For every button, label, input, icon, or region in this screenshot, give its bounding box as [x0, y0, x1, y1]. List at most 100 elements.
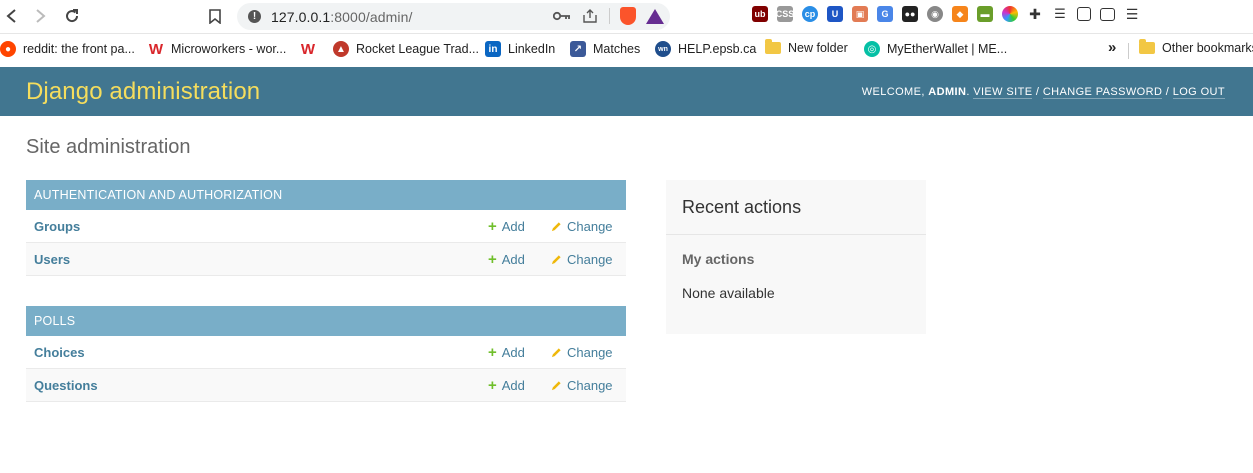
model-row-users: Users + Add Change [26, 243, 626, 276]
bookmark-item[interactable]: ▲ Rocket League Trad... [333, 41, 479, 57]
screenshot-extension-icon[interactable]: ▣ [852, 6, 868, 22]
extensions-puzzle-icon[interactable]: ✚ [1027, 6, 1043, 22]
bookmark-item[interactable]: ↗ Matches [570, 41, 640, 57]
bitwarden-icon[interactable]: U [827, 6, 843, 22]
back-button[interactable] [0, 2, 26, 30]
model-row-choices: Choices + Add Change [26, 336, 626, 369]
site-info-icon[interactable]: ! [248, 10, 261, 23]
other-bookmarks-folder[interactable]: Other bookmarks [1139, 39, 1253, 55]
bookmarks-bar: ● reddit: the front pa... W Microworkers… [0, 34, 1253, 68]
add-link[interactable]: + Add [488, 345, 525, 360]
brave-shields-icon[interactable] [620, 7, 636, 25]
gray-extension-icon[interactable]: ◉ [927, 6, 943, 22]
bookmark-label: Rocket League Trad... [356, 42, 479, 56]
ublock-origin-icon[interactable]: ub [752, 6, 768, 22]
view-site-link[interactable]: View site [973, 85, 1033, 99]
tampermonkey-icon[interactable]: ●● [902, 6, 918, 22]
app-module-polls: Polls Choices + Add Change Questions + A… [26, 306, 626, 402]
bookmark-label: HELP.epsb.ca [678, 42, 757, 56]
bookmarks-overflow-button[interactable]: » [1108, 39, 1116, 56]
add-icon: + [488, 250, 497, 268]
model-row-groups: Groups + Add Change [26, 210, 626, 243]
menu-icon[interactable]: ☰ [1124, 6, 1140, 22]
add-icon: + [488, 217, 497, 235]
omnibox-divider [609, 8, 610, 24]
browser-toolbar: ! 127.0.0.1:8000/admin/ ub CSS cp U ▣ G … [0, 0, 1253, 34]
metamask-icon[interactable]: ◆ [952, 6, 968, 22]
add-icon: + [488, 343, 497, 361]
add-link[interactable]: + Add [488, 219, 525, 234]
change-link[interactable]: Change [551, 378, 613, 393]
module-caption[interactable]: Authentication and Authorization [26, 180, 626, 210]
google-translate-icon[interactable]: G [877, 6, 893, 22]
css-extension-icon[interactable]: CSS [776, 6, 794, 22]
color-picker-icon[interactable] [1002, 6, 1018, 22]
wallet-icon[interactable] [1100, 7, 1115, 21]
change-password-link[interactable]: Change password [1042, 85, 1163, 99]
log-out-link[interactable]: Log out [1172, 85, 1225, 99]
username: admin [928, 85, 967, 98]
pencil-icon [551, 221, 561, 231]
change-link[interactable]: Change [551, 252, 613, 267]
myetherwallet-icon: ◎ [864, 41, 880, 57]
reload-button[interactable] [58, 2, 86, 30]
pencil-icon [551, 347, 561, 357]
model-link[interactable]: Users [34, 252, 70, 267]
reddit-icon: ● [0, 41, 16, 57]
add-label: Add [501, 251, 525, 267]
url-path: :8000/admin/ [330, 8, 413, 25]
bookmark-label: New folder [788, 41, 848, 55]
user-tools: Welcome, admin. View site / Change passw… [861, 85, 1225, 99]
model-link[interactable]: Choices [34, 345, 85, 360]
bookmark-item[interactable]: ● reddit: the front pa... [0, 41, 135, 57]
reading-list-icon[interactable]: ☰ [1052, 6, 1068, 22]
add-link[interactable]: + Add [488, 378, 525, 393]
bookmark-folder[interactable]: New folder [765, 39, 848, 55]
change-label: Change [567, 251, 613, 267]
key-icon[interactable] [553, 7, 571, 25]
forward-button[interactable] [26, 2, 54, 30]
forward-arrow-icon [36, 9, 46, 23]
recent-actions-title: Recent actions [666, 180, 926, 235]
matches-icon: ↗ [570, 41, 586, 57]
admin-header: Django administration Welcome, admin. Vi… [0, 67, 1253, 116]
site-branding[interactable]: Django administration [26, 78, 260, 106]
bookmark-label: Matches [593, 42, 641, 56]
share-icon[interactable] [581, 7, 599, 25]
bookmark-label: Microworkers - wor... [171, 42, 287, 56]
change-link[interactable]: Change [551, 345, 613, 360]
add-label: Add [501, 218, 525, 234]
sidebar-icon[interactable] [1077, 7, 1091, 21]
change-label: Change [567, 344, 613, 360]
model-link[interactable]: Groups [34, 219, 80, 234]
overflow-label: » [1108, 39, 1117, 56]
welcome-text: Welcome, [861, 85, 925, 98]
bookmark-page-button[interactable] [205, 5, 225, 27]
cp-extension-icon[interactable]: cp [802, 6, 818, 22]
reload-icon [66, 9, 79, 23]
url-host: 127.0.0.1 [271, 8, 331, 25]
bookmark-item[interactable]: W [300, 40, 316, 58]
bookmark-item[interactable]: W Microworkers - wor... [148, 41, 287, 58]
module-caption[interactable]: Polls [26, 306, 626, 336]
bookmark-item[interactable]: ◎ MyEtherWallet | ME... [864, 41, 1007, 57]
microworkers-icon: W [300, 40, 316, 58]
bookmark-item[interactable]: wn HELP.epsb.ca [655, 41, 756, 57]
address-bar[interactable]: ! 127.0.0.1:8000/admin/ [237, 3, 670, 30]
recent-actions-panel: Recent actions My actions None available [666, 180, 926, 334]
bookmark-item[interactable]: in LinkedIn [485, 41, 555, 57]
address-url[interactable]: 127.0.0.1:8000/admin/ [271, 9, 412, 25]
change-label: Change [567, 218, 613, 234]
page-title: Site administration [26, 136, 191, 158]
recent-actions-empty: None available [682, 285, 775, 301]
folder-icon [1139, 39, 1155, 54]
linkedin-icon: in [485, 41, 501, 57]
add-icon: + [488, 376, 497, 394]
model-link[interactable]: Questions [34, 378, 98, 393]
add-link[interactable]: + Add [488, 252, 525, 267]
change-label: Change [567, 377, 613, 393]
game-extension-icon[interactable]: ▬ [977, 6, 993, 22]
brave-rewards-icon[interactable] [646, 8, 664, 24]
bookmark-icon [209, 8, 221, 24]
change-link[interactable]: Change [551, 219, 613, 234]
